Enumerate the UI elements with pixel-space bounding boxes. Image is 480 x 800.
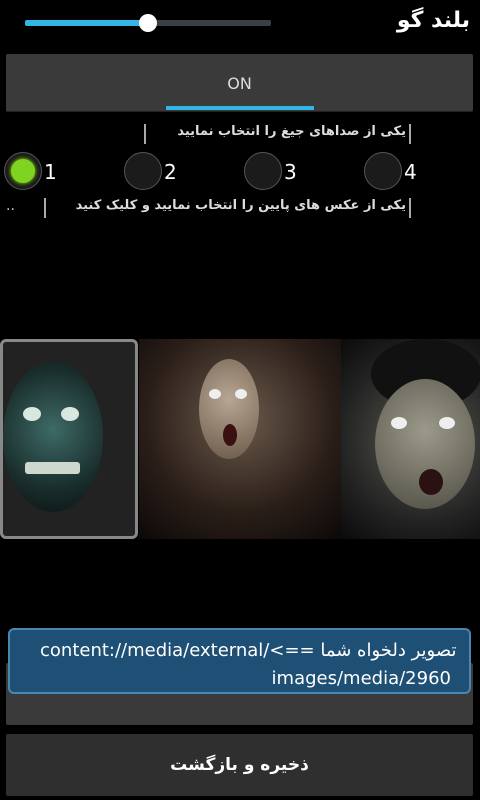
image-hint: یکی از عکس های پایین را انتخاب نمایید و …	[75, 198, 406, 213]
divider	[409, 198, 411, 218]
divider	[409, 124, 411, 144]
scary-face-green-image[interactable]	[0, 339, 138, 539]
save-and-back-button[interactable]: ذخیره و بازگشت	[6, 734, 473, 796]
radio-1-label: 1	[44, 160, 57, 184]
toast-line-2: images/media/2960	[271, 668, 451, 689]
divider	[44, 198, 46, 218]
radio-4[interactable]	[364, 152, 402, 190]
radio-3[interactable]	[244, 152, 282, 190]
scary-girl-image[interactable]	[139, 339, 341, 539]
toggle-indicator	[166, 106, 314, 110]
toggle-label: ON	[227, 74, 252, 93]
radio-2-label: 2	[164, 160, 177, 184]
radio-1[interactable]	[4, 152, 42, 190]
radio-3-label: 3	[284, 160, 297, 184]
radio-4-label: 4	[404, 160, 417, 184]
radio-2[interactable]	[124, 152, 162, 190]
volume-label: بلند گو	[396, 8, 470, 33]
sound-hint: یکی از صداهای جیغ را انتخاب نمایید	[177, 124, 406, 139]
image-path-toast: content://media/external/<== تصویر دلخوا…	[8, 628, 471, 694]
dots-text: ..	[6, 198, 15, 214]
volume-slider-fill	[25, 20, 148, 26]
divider	[144, 124, 146, 144]
toast-line-1: content://media/external/<== تصویر دلخوا…	[40, 640, 457, 661]
volume-slider-thumb[interactable]	[139, 14, 157, 32]
on-toggle-button[interactable]: ON	[6, 54, 473, 112]
zombie-face-image[interactable]	[341, 339, 480, 539]
